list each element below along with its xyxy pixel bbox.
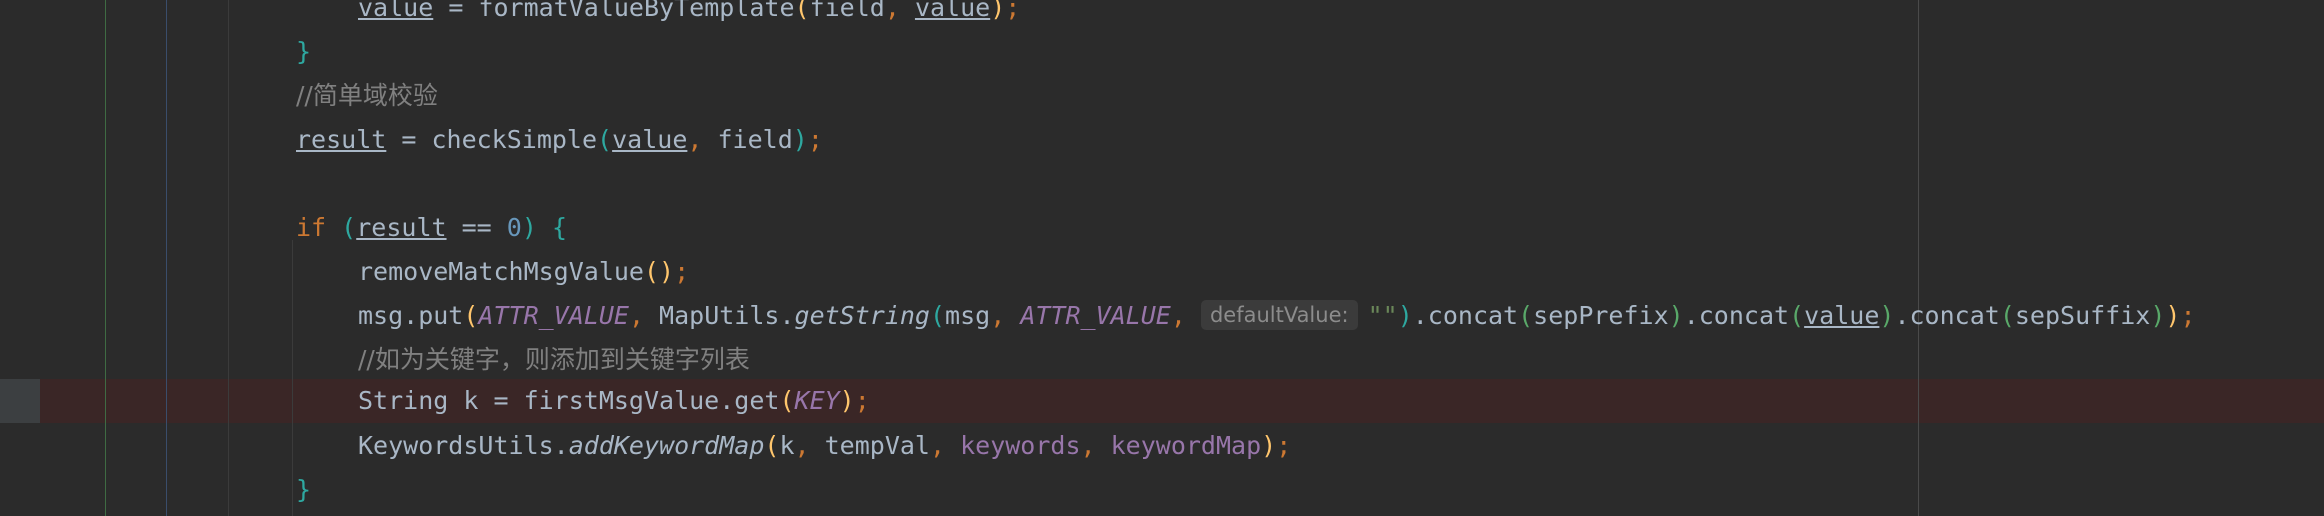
code-token: (	[929, 301, 946, 330]
code-token: (	[463, 301, 479, 330]
code-token: msg.put	[358, 301, 464, 330]
code-line[interactable]: msg.put(ATTR_VALUE, MapUtils.getString(m…	[358, 294, 2196, 338]
code-token: addKeywordMap	[568, 431, 765, 460]
code-token: field	[717, 125, 793, 154]
code-token: checkSimple	[431, 125, 598, 154]
code-token: ;	[807, 125, 823, 154]
code-token: .concat	[1412, 301, 1519, 330]
code-token: )	[1397, 301, 1413, 330]
code-token: ,	[990, 301, 1021, 330]
code-token: sepSuffix	[2014, 301, 2151, 330]
code-token: ;	[1005, 0, 1021, 22]
code-line[interactable]: //简单域校验	[296, 74, 438, 118]
indent-guide	[228, 0, 229, 516]
code-line[interactable]: if (result == 0) {	[296, 206, 567, 250]
code-token: .concat	[1683, 301, 1790, 330]
code-token: (	[341, 213, 357, 242]
code-token: ;	[674, 257, 690, 286]
code-field: keywordMap	[1110, 431, 1262, 460]
code-token: )	[1668, 301, 1684, 330]
code-token: removeMatchMsgValue	[358, 257, 644, 286]
code-token: ;	[2180, 301, 2196, 330]
code-token: (	[1789, 301, 1805, 330]
code-constant: KEY	[794, 386, 840, 415]
code-token: value	[358, 0, 434, 22]
code-token: )	[2150, 301, 2166, 330]
code-line[interactable]: KeywordsUtils.addKeywordMap(k, tempVal, …	[358, 424, 1291, 468]
code-token: value	[1804, 301, 1880, 330]
code-token: ;	[1276, 431, 1292, 460]
code-line[interactable]: result = checkSimple(value, field);	[296, 118, 823, 162]
indent-guide	[166, 0, 167, 516]
code-token: {	[536, 213, 567, 242]
code-field: keywords	[960, 431, 1081, 460]
code-token: =	[386, 125, 432, 154]
code-token: (	[764, 431, 780, 460]
code-token: ,	[1080, 431, 1111, 460]
code-token: KeywordsUtils.	[358, 431, 569, 460]
code-token: formatValueByTemplate	[478, 0, 795, 22]
code-constant: ATTR_VALUE	[478, 301, 629, 330]
code-token: ;	[854, 386, 870, 415]
code-token: ==	[446, 213, 507, 242]
code-token: )	[839, 386, 855, 415]
code-token: )	[1879, 301, 1895, 330]
code-token: tempVal	[824, 431, 930, 460]
code-token: }	[296, 37, 312, 66]
code-token: (	[1518, 301, 1534, 330]
code-token: }	[296, 475, 312, 504]
code-line[interactable]: //如为关键字，则添加到关键字列表	[358, 338, 750, 382]
code-token: (	[1999, 301, 2015, 330]
code-string: ""	[1367, 301, 1398, 330]
code-comment: //简单域校验	[296, 81, 438, 110]
code-token: (	[794, 0, 810, 22]
parameter-hint: defaultValue:	[1200, 300, 1358, 330]
indent-guide	[105, 0, 106, 516]
code-line[interactable]: }	[296, 30, 311, 74]
code-token: result	[356, 213, 447, 242]
code-token: ,	[929, 431, 961, 460]
code-token: )	[1261, 431, 1277, 460]
code-token: sepPrefix	[1533, 301, 1669, 330]
indent-guide	[292, 240, 293, 516]
code-token: ,	[687, 125, 718, 154]
code-line[interactable]: String k = firstMsgValue.get(KEY);	[358, 379, 870, 423]
code-token: )	[2165, 301, 2181, 330]
right-margin-guide	[1918, 0, 1919, 516]
code-token: value	[914, 0, 991, 22]
code-token: (	[597, 125, 613, 154]
code-token: )	[521, 213, 537, 242]
editor-gutter[interactable]	[0, 0, 40, 516]
gutter-line-marker	[0, 379, 40, 423]
code-token: field	[809, 0, 885, 22]
code-token: result	[296, 125, 387, 154]
code-number: 0	[506, 213, 522, 242]
code-editor[interactable]: value = formatValueByTemplate(field, val…	[0, 0, 2324, 516]
code-token: value	[612, 125, 688, 154]
code-token: k	[779, 431, 795, 460]
code-line[interactable]: removeMatchMsgValue();	[358, 250, 689, 294]
code-token: ,	[1170, 301, 1201, 330]
code-token: ,	[794, 431, 825, 460]
code-token: String	[358, 386, 449, 415]
code-token: k = firstMsgValue.get	[448, 386, 780, 415]
code-keyword: if	[296, 213, 327, 242]
code-token: )	[990, 0, 1006, 22]
code-comment: //如为关键字，则添加到关键字列表	[358, 345, 750, 374]
code-token: getString	[794, 301, 930, 330]
code-token: )	[792, 125, 808, 154]
code-token: msg	[945, 301, 991, 330]
code-constant: ATTR_VALUE	[1020, 301, 1171, 330]
code-token: =	[433, 0, 479, 22]
code-token: ()	[643, 257, 675, 286]
code-token: (	[779, 386, 795, 415]
code-line[interactable]: }	[296, 468, 311, 512]
code-line[interactable]: value = formatValueByTemplate(field, val…	[358, 0, 1020, 30]
code-token: .concat	[1894, 301, 2000, 330]
code-token: MapUtils.	[659, 301, 795, 330]
code-token: ,	[884, 0, 915, 22]
code-token: ,	[628, 301, 660, 330]
